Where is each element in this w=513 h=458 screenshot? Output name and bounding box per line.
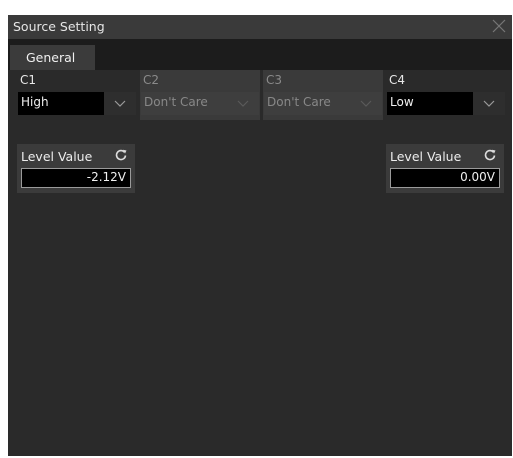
chevron-down-icon <box>360 100 372 107</box>
close-icon <box>492 19 506 33</box>
c4-level-input[interactable]: 0.00V <box>390 168 500 188</box>
c1-level-input[interactable]: -2.12V <box>21 168 131 188</box>
tab-label: General <box>26 50 76 65</box>
c1-level-panel: Level Value -2.12V <box>17 144 135 193</box>
channel-c4: C4 Low <box>386 70 506 120</box>
source-setting-dialog: Source Setting General C1 High C2 Don't … <box>8 15 512 456</box>
c2-state-select: Don't Care <box>140 91 260 116</box>
c1-state-select[interactable]: High <box>17 91 137 116</box>
c1-level-value: -2.12V <box>86 170 126 184</box>
c4-level-value: 0.00V <box>460 170 495 184</box>
channel-label: C4 <box>389 73 406 87</box>
channel-label: C1 <box>20 73 37 87</box>
c4-state-value: Low <box>390 95 414 109</box>
c3-state-select: Don't Care <box>263 91 383 116</box>
chevron-down-icon <box>483 100 495 107</box>
channel-label: C2 <box>143 73 160 87</box>
chevron-down-icon <box>114 100 126 107</box>
dialog-title: Source Setting <box>13 19 105 34</box>
c2-dropdown-button <box>227 92 259 115</box>
chevron-down-icon <box>237 100 249 107</box>
channel-c2: C2 Don't Care <box>140 70 260 120</box>
c2-state-value: Don't Care <box>144 95 208 109</box>
reset-icon[interactable] <box>484 149 496 161</box>
c1-dropdown-button[interactable] <box>104 92 136 115</box>
tab-bar: General <box>8 39 512 70</box>
close-button[interactable] <box>486 15 512 39</box>
c3-dropdown-button <box>350 92 382 115</box>
c4-state-select[interactable]: Low <box>386 91 506 116</box>
channel-label: C3 <box>266 73 283 87</box>
dialog-titlebar: Source Setting <box>8 15 512 39</box>
c4-dropdown-button[interactable] <box>473 92 505 115</box>
channel-c3: C3 Don't Care <box>263 70 383 120</box>
channel-c1: C1 High <box>17 70 137 120</box>
tab-general[interactable]: General <box>10 45 95 70</box>
c3-state-value: Don't Care <box>267 95 331 109</box>
c1-state-value: High <box>21 95 49 109</box>
settings-panel: C1 High C2 Don't Care C3 Don't Care C4 L… <box>8 70 512 456</box>
level-label: Level Value <box>21 149 93 164</box>
level-label: Level Value <box>390 149 462 164</box>
reset-icon[interactable] <box>115 149 127 161</box>
c4-level-panel: Level Value 0.00V <box>386 144 504 193</box>
